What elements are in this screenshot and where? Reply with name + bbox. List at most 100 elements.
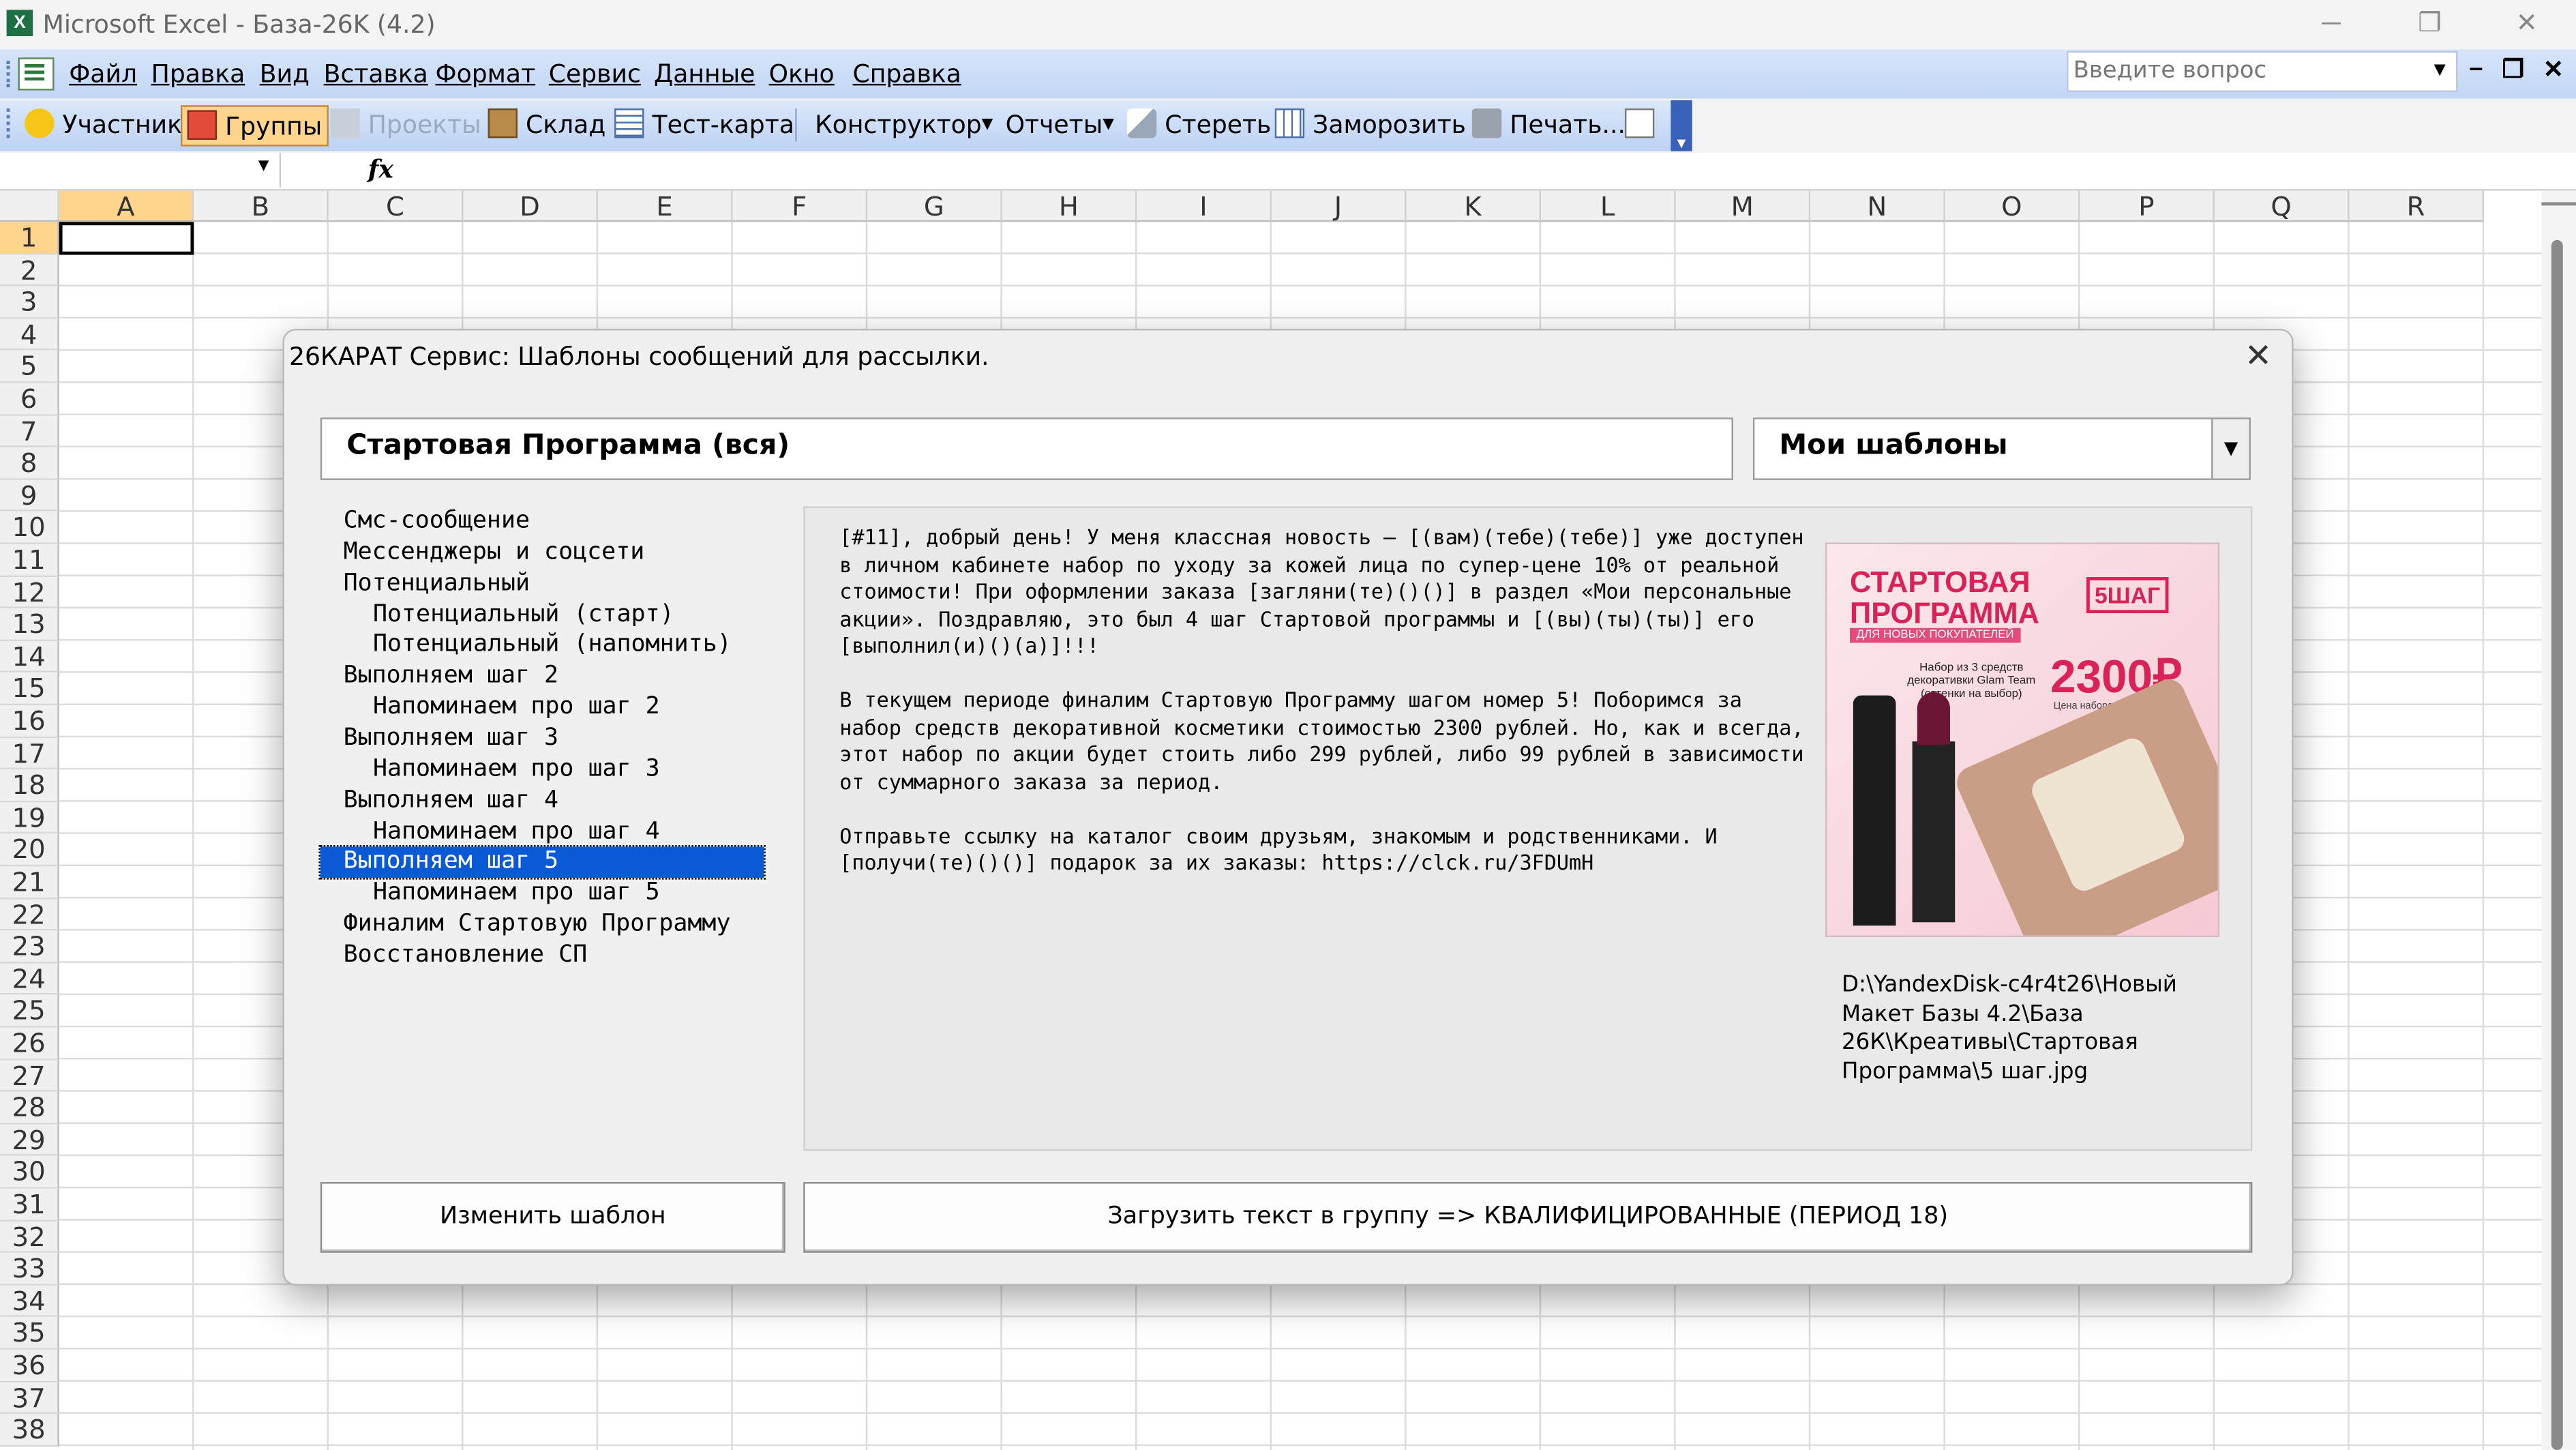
row-header[interactable]: 25 xyxy=(0,995,59,1028)
name-box[interactable]: ▼ xyxy=(0,153,282,188)
column-header[interactable]: E xyxy=(598,190,733,222)
tree-item[interactable]: Потенциальный xyxy=(320,568,530,600)
ask-question-box[interactable]: ▼ xyxy=(2067,50,2458,92)
column-header[interactable]: L xyxy=(1541,190,1676,222)
column-header[interactable]: I xyxy=(1137,190,1272,222)
column-header[interactable]: D xyxy=(463,190,599,222)
row-header[interactable]: 32 xyxy=(0,1220,59,1254)
menu-view[interactable]: Вид xyxy=(260,59,310,89)
template-tree[interactable]: Смс-сообщение Мессенджеры и соцсети Потенц… xyxy=(318,506,770,1151)
column-header[interactable]: G xyxy=(867,190,1002,222)
row-header[interactable]: 23 xyxy=(0,930,59,963)
column-header[interactable]: Q xyxy=(2214,190,2350,222)
projects-button[interactable]: Проекты xyxy=(325,105,486,146)
freeze-button[interactable]: Заморозить xyxy=(1270,105,1471,146)
row-header[interactable]: 4 xyxy=(0,319,59,351)
close-icon[interactable]: ✕ xyxy=(2245,336,2272,376)
active-cell[interactable] xyxy=(59,222,194,255)
tree-item[interactable]: Выполняем шаг 5 xyxy=(318,845,766,881)
column-header[interactable]: M xyxy=(1675,190,1811,222)
template-name-field[interactable]: Стартовая Программа (вся) xyxy=(320,417,1733,480)
column-header[interactable]: C xyxy=(328,190,464,222)
doc-restore-icon[interactable]: ❐ xyxy=(2502,55,2524,84)
column-header[interactable]: F xyxy=(732,190,868,222)
row-header[interactable]: 36 xyxy=(0,1349,59,1382)
row-header[interactable]: 15 xyxy=(0,672,59,706)
row-header[interactable]: 12 xyxy=(0,576,59,609)
row-header[interactable]: 8 xyxy=(0,447,59,480)
workbook-icon[interactable] xyxy=(18,57,55,91)
doc-close-icon[interactable]: ✕ xyxy=(2543,55,2564,84)
fx-icon[interactable]: fx xyxy=(368,155,393,184)
template-set-select[interactable]: Мои шаблоны ▼ xyxy=(1752,417,2251,480)
menu-insert[interactable]: Вставка xyxy=(324,59,428,89)
restore-icon[interactable]: ❐ xyxy=(2392,5,2468,44)
split-handle[interactable] xyxy=(2541,202,2576,206)
column-header[interactable]: R xyxy=(2349,190,2485,222)
tree-item[interactable]: Напоминаем про шаг 4 xyxy=(320,816,660,848)
row-header[interactable]: 38 xyxy=(0,1414,59,1447)
row-header[interactable]: 34 xyxy=(0,1285,59,1318)
row-header[interactable]: 26 xyxy=(0,1027,59,1060)
vertical-scrollbar[interactable] xyxy=(2541,190,2576,1450)
chevron-down-icon[interactable]: ▼ xyxy=(2211,419,2249,479)
close-icon[interactable]: ✕ xyxy=(2489,5,2564,44)
grip-icon[interactable] xyxy=(6,61,15,87)
ask-question-input[interactable] xyxy=(2068,53,2431,89)
row-header[interactable]: 14 xyxy=(0,640,59,673)
row-header[interactable]: 22 xyxy=(0,898,59,931)
doc-minimize-icon[interactable]: – xyxy=(2469,55,2483,83)
tree-item[interactable]: Потенциальный (напомнить) xyxy=(320,630,732,662)
row-header[interactable]: 5 xyxy=(0,351,59,383)
reports-dropdown[interactable]: Отчеты▼ xyxy=(1000,105,1119,146)
row-header[interactable]: 28 xyxy=(0,1091,59,1125)
tree-item[interactable]: Восстановление СП xyxy=(320,941,588,972)
row-header[interactable]: 33 xyxy=(0,1253,59,1286)
tree-item[interactable]: Выполняем шаг 3 xyxy=(320,723,559,754)
menu-tools[interactable]: Сервис xyxy=(549,59,641,89)
column-header[interactable]: H xyxy=(1002,190,1137,222)
participant-button[interactable]: Участник xyxy=(20,105,187,146)
row-header[interactable]: 10 xyxy=(0,512,59,544)
row-header[interactable]: 29 xyxy=(0,1124,59,1157)
row-header[interactable]: 16 xyxy=(0,705,59,738)
print-button[interactable]: Печать... xyxy=(1467,105,1631,146)
menu-data[interactable]: Данные xyxy=(654,59,755,89)
tree-item[interactable]: Выполняем шаг 4 xyxy=(320,785,559,816)
tree-item[interactable]: Финалим Стартовую Программу xyxy=(320,909,731,941)
scroll-thumb[interactable] xyxy=(2551,239,2563,1450)
row-header[interactable]: 21 xyxy=(0,866,59,899)
row-header[interactable]: 27 xyxy=(0,1059,59,1092)
toolbar-options-icon[interactable]: ▼ xyxy=(1671,100,1692,151)
test-card-button[interactable]: Тест-карта xyxy=(610,105,799,146)
load-to-group-button[interactable]: Загрузить текст в группу => КВАЛИФИЦИРОВ… xyxy=(803,1182,2253,1253)
chevron-down-icon[interactable]: ▼ xyxy=(254,156,272,176)
tree-item[interactable]: Выполняем шаг 2 xyxy=(320,662,559,693)
tree-item[interactable]: Напоминаем про шаг 2 xyxy=(320,692,660,724)
row-header[interactable]: 24 xyxy=(0,963,59,996)
groups-button[interactable]: Группы xyxy=(181,105,329,147)
column-header[interactable]: J xyxy=(1271,190,1407,222)
menu-file[interactable]: Файл xyxy=(69,59,137,89)
chevron-down-icon[interactable]: ▼ xyxy=(2430,57,2450,80)
grip-icon[interactable] xyxy=(6,108,15,138)
tree-item[interactable]: Мессенджеры и соцсети xyxy=(320,537,645,569)
row-header[interactable]: 20 xyxy=(0,834,59,867)
row-header[interactable]: 19 xyxy=(0,801,59,835)
minimize-icon[interactable]: ─ xyxy=(2294,5,2369,44)
column-header[interactable]: K xyxy=(1406,190,1542,222)
column-header[interactable]: A xyxy=(59,190,194,222)
row-header[interactable]: 30 xyxy=(0,1156,59,1189)
row-header[interactable]: 2 xyxy=(0,254,59,286)
row-header[interactable]: 11 xyxy=(0,544,59,577)
preview-button[interactable] xyxy=(1620,105,1668,146)
tree-item[interactable]: Потенциальный (старт) xyxy=(320,600,674,631)
column-header[interactable]: O xyxy=(1945,190,2080,222)
constructor-dropdown[interactable]: Конструктор▼ xyxy=(810,105,998,146)
row-header[interactable]: 3 xyxy=(0,286,59,319)
column-header[interactable]: B xyxy=(194,190,329,222)
row-header[interactable]: 35 xyxy=(0,1317,59,1350)
row-header[interactable]: 6 xyxy=(0,383,59,415)
row-header[interactable]: 31 xyxy=(0,1188,59,1221)
tree-item[interactable]: Напоминаем про шаг 3 xyxy=(320,754,660,786)
